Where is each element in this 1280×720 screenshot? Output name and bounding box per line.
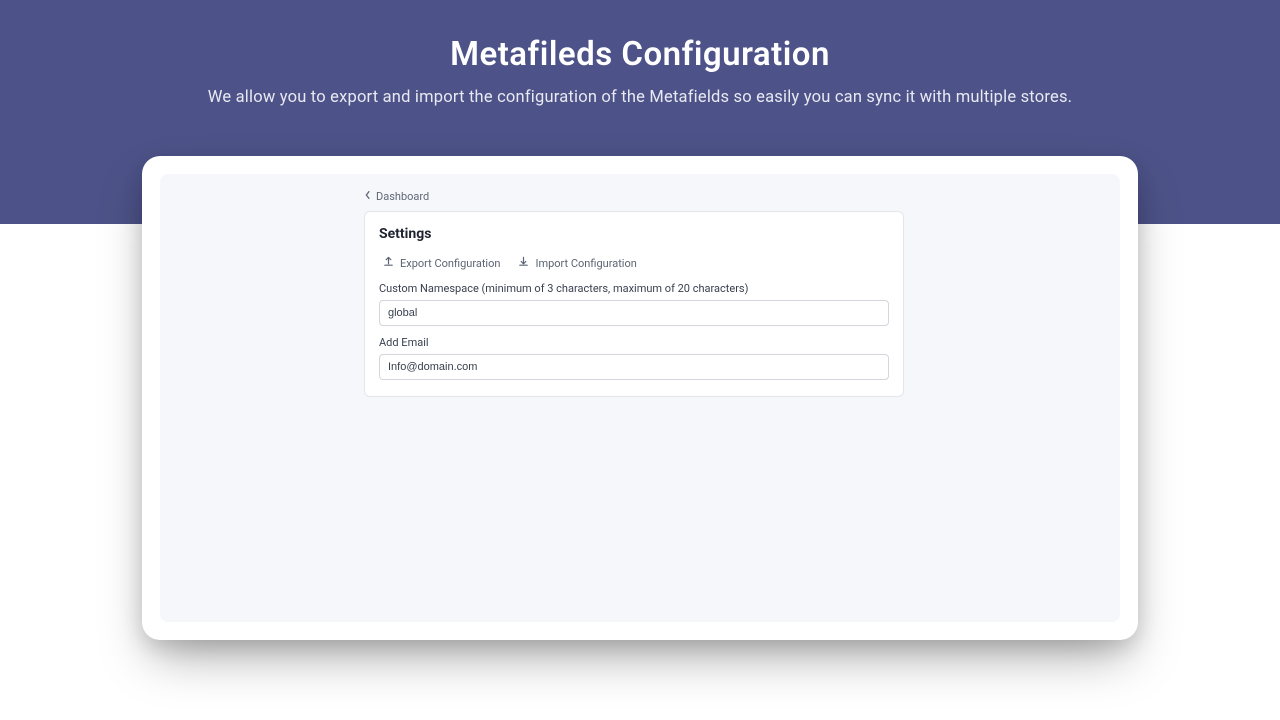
page-title: Metafileds Configuration: [0, 35, 1280, 74]
namespace-label: Custom Namespace (minimum of 3 character…: [379, 282, 889, 295]
screenshot-card: Dashboard Settings Export Configuration: [142, 156, 1138, 640]
upload-icon: [383, 256, 394, 270]
export-label: Export Configuration: [400, 257, 500, 270]
export-configuration-button[interactable]: Export Configuration: [383, 256, 500, 270]
page-subtitle: We allow you to export and import the co…: [0, 88, 1280, 107]
namespace-input[interactable]: [379, 300, 889, 326]
import-configuration-button[interactable]: Import Configuration: [518, 256, 636, 270]
action-row: Export Configuration Import Configuratio…: [379, 256, 889, 270]
email-input[interactable]: [379, 354, 889, 380]
download-icon: [518, 256, 529, 270]
app-surface: Dashboard Settings Export Configuration: [160, 174, 1120, 622]
settings-heading: Settings: [379, 226, 889, 242]
import-label: Import Configuration: [535, 257, 636, 270]
email-label: Add Email: [379, 336, 889, 349]
settings-panel: Settings Export Configuration: [364, 211, 904, 397]
breadcrumb[interactable]: Dashboard: [364, 190, 429, 203]
breadcrumb-label: Dashboard: [376, 190, 429, 203]
chevron-left-icon: [364, 190, 372, 203]
